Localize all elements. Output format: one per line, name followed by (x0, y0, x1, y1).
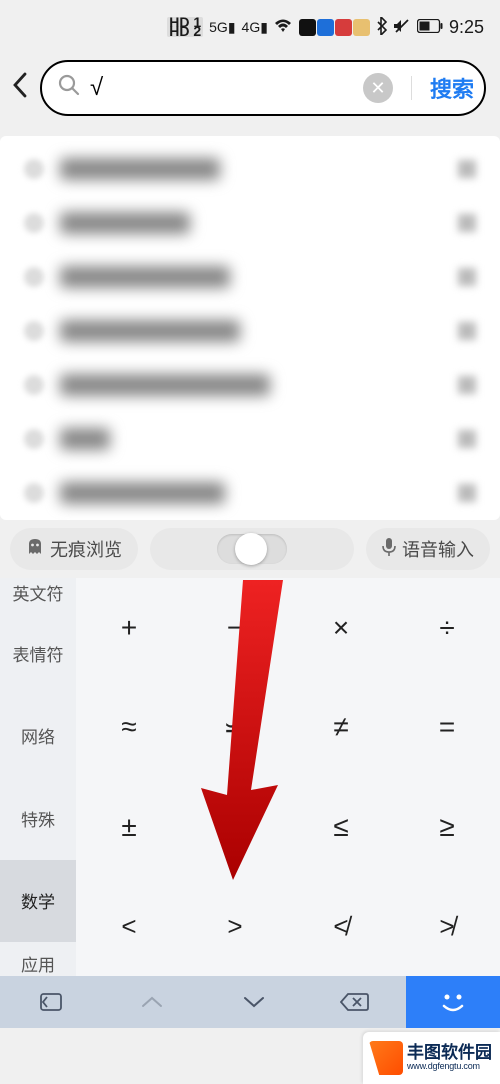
suggestion-item[interactable] (0, 466, 500, 520)
kb-key->[interactable]: > (182, 877, 288, 977)
watermark-logo (369, 1041, 403, 1075)
clear-button[interactable]: ✕ (363, 73, 393, 103)
insert-icon[interactable] (458, 430, 476, 448)
wifi-icon (274, 19, 292, 36)
incognito-label: 无痕浏览 (50, 536, 122, 562)
kb-key-≮[interactable]: ≮ (288, 877, 394, 977)
browser-toolbar: 无痕浏览 语音输入 (0, 520, 500, 578)
status-bar: HD 1HD 2 5G▮ 4G▮ 9:25 (0, 0, 500, 54)
insert-icon[interactable] (458, 160, 476, 178)
kb-key-≤[interactable]: ≤ (288, 777, 394, 877)
kb-key-⋍[interactable]: ⋍ (182, 678, 288, 778)
search-input[interactable]: √ (90, 74, 353, 102)
kb-key-≠[interactable]: ≠ (288, 678, 394, 778)
kb-key-±[interactable]: ± (76, 777, 182, 877)
kb-return-button[interactable] (0, 976, 102, 1028)
mute-icon (393, 17, 411, 38)
incognito-button[interactable]: 无痕浏览 (10, 528, 138, 570)
insert-icon[interactable] (458, 376, 476, 394)
hd-indicator: HD 1HD 2 (167, 17, 203, 37)
insert-icon[interactable] (458, 484, 476, 502)
keyboard-categories: 英文符 表情符 网络 特殊 数学 应用 (0, 578, 76, 976)
watermark: 丰图软件园 www.dgfengtu.com (363, 1032, 500, 1084)
ghost-icon (26, 538, 44, 561)
kb-key-≥[interactable]: ≥ (394, 777, 500, 877)
kb-key-×[interactable]: × (288, 578, 394, 678)
kb-cat-app[interactable]: 应用 (0, 942, 76, 976)
suggestions-list (0, 136, 500, 520)
kb-cat-net[interactable]: 网络 (0, 695, 76, 778)
search-row: √ ✕ 搜索 (0, 54, 500, 122)
app-tray-icons (298, 18, 370, 36)
status-time: 9:25 (449, 17, 484, 38)
kb-chevron-up[interactable] (102, 976, 204, 1028)
kb-key-≈[interactable]: ≈ (76, 678, 182, 778)
back-button[interactable] (8, 72, 32, 105)
voice-label: 语音输入 (402, 536, 474, 562)
insert-icon[interactable] (458, 322, 476, 340)
kb-key-≯[interactable]: ≯ (394, 877, 500, 977)
keyboard-grid: +−×÷ ≈⋍≠= ±√≤≥ <>≮≯ (76, 578, 500, 976)
kb-cat-english[interactable]: 英文符 (0, 578, 76, 612)
insert-icon[interactable] (458, 214, 476, 232)
kb-key-=[interactable]: = (394, 678, 500, 778)
search-icon (58, 74, 80, 103)
suggestion-item[interactable] (0, 304, 500, 358)
watermark-url: www.dgfengtu.com (407, 1062, 492, 1071)
bluetooth-icon (376, 17, 387, 38)
kb-backspace[interactable] (305, 976, 407, 1028)
search-box[interactable]: √ ✕ 搜索 (40, 60, 486, 116)
kb-key-√[interactable]: √ (182, 777, 288, 877)
symbol-keyboard: 英文符 表情符 网络 特殊 数学 应用 +−×÷ ≈⋍≠= ±√≤≥ <>≮≯ (0, 578, 500, 976)
suggestion-item[interactable] (0, 412, 500, 466)
kb-enter[interactable] (406, 976, 500, 1028)
suggestion-item[interactable] (0, 196, 500, 250)
voice-input-button[interactable]: 语音输入 (366, 528, 490, 570)
kb-key-+[interactable]: + (76, 578, 182, 678)
microphone-icon (382, 537, 396, 562)
keyboard-bottom-bar (0, 976, 500, 1028)
kb-key-<[interactable]: < (76, 877, 182, 977)
insert-icon[interactable] (458, 268, 476, 286)
watermark-title: 丰图软件园 (407, 1044, 492, 1062)
signal-5g-icon: 5G▮ (209, 19, 235, 36)
suggestion-item[interactable] (0, 250, 500, 304)
kb-cat-math[interactable]: 数学 (0, 860, 76, 943)
suggestion-item[interactable] (0, 142, 500, 196)
mode-toggle[interactable] (150, 528, 354, 570)
kb-key-÷[interactable]: ÷ (394, 578, 500, 678)
kb-chevron-down[interactable] (203, 976, 305, 1028)
signal-4g-icon: 4G▮ (242, 19, 268, 36)
divider (411, 76, 412, 100)
kb-cat-special[interactable]: 特殊 (0, 777, 76, 860)
kb-cat-emoji[interactable]: 表情符 (0, 612, 76, 695)
suggestion-item[interactable] (0, 358, 500, 412)
battery-icon (417, 19, 443, 36)
search-button[interactable]: 搜索 (430, 72, 474, 104)
kb-key-−[interactable]: − (182, 578, 288, 678)
